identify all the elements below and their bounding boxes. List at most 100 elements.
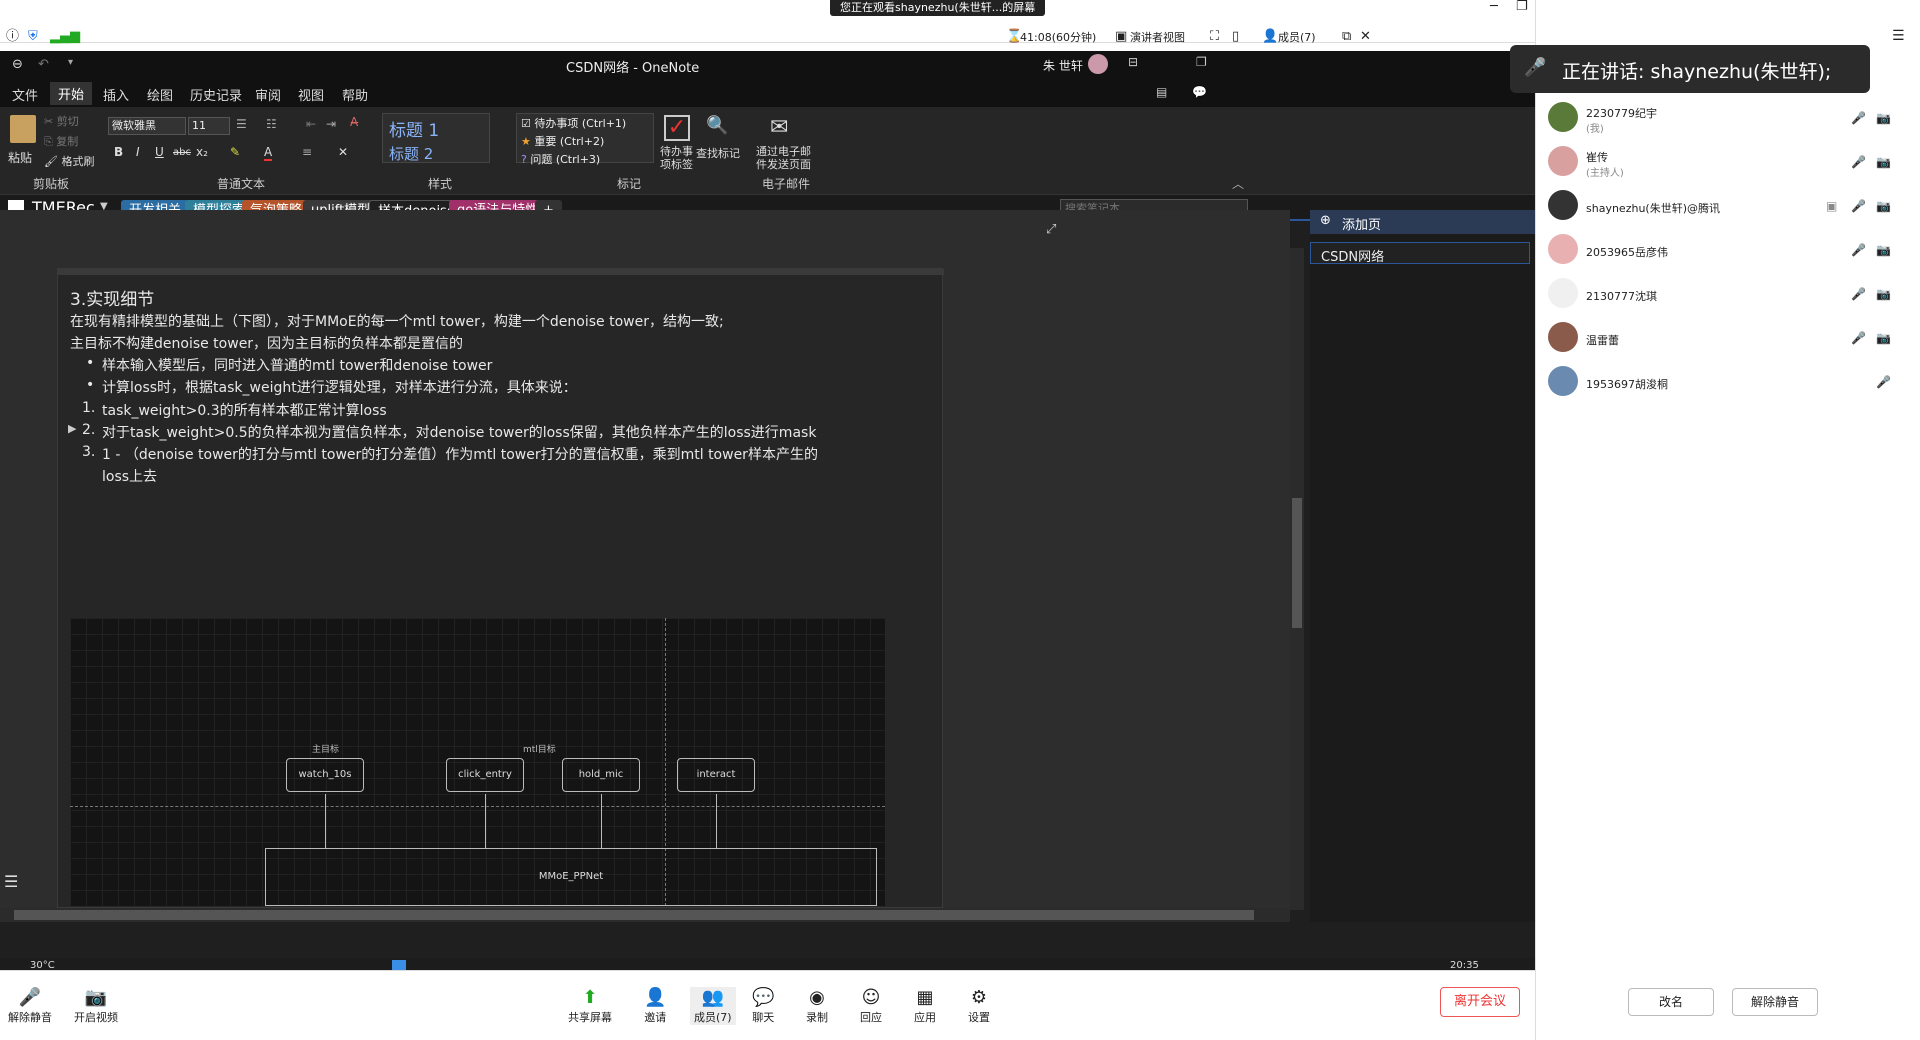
sidebar-toggle-icon[interactable]: ▯ — [1232, 30, 1239, 44]
expand-icon[interactable]: ⤢ — [1046, 222, 1056, 237]
unmute-button[interactable]: 🎤 解除静音 — [8, 987, 52, 1025]
underline-icon[interactable]: U — [155, 145, 164, 159]
style-heading-1[interactable]: 标题 1 — [383, 114, 489, 143]
close-panel-icon[interactable]: ✕ — [1360, 30, 1371, 44]
popout-icon[interactable]: ⧉ — [1342, 30, 1351, 44]
camera-off-icon[interactable]: 📷 — [1876, 243, 1891, 257]
outdent-icon[interactable]: ⇤ — [306, 117, 316, 131]
italic-icon[interactable]: I — [136, 145, 140, 159]
numbering-icon[interactable]: ☷ — [266, 117, 277, 131]
camera-off-icon[interactable]: 📷 — [1876, 199, 1891, 213]
highlight-icon[interactable]: ✎ — [230, 145, 240, 159]
subscript-icon[interactable]: x₂ — [196, 145, 208, 159]
collapse-ribbon-icon[interactable]: ︿ — [1232, 175, 1244, 192]
video-button[interactable]: 📷 开启视频 — [74, 987, 118, 1025]
camera-off-icon[interactable]: 📷 — [1876, 287, 1891, 301]
email-page-button[interactable]: 通过电子邮件发送页面 — [756, 145, 812, 171]
shield-icon[interactable]: ⛨ — [28, 30, 38, 44]
ribbon-display-icon[interactable]: ⊟ — [1128, 55, 1138, 69]
tab-home[interactable]: 开始 — [50, 82, 93, 105]
page-item[interactable]: CSDN网络 — [1310, 242, 1530, 265]
signal-icon[interactable]: ▂▄▆ — [50, 30, 80, 44]
mic-muted-icon[interactable]: 🎤 — [1851, 331, 1866, 345]
horizontal-scroll-thumb[interactable] — [14, 910, 1254, 920]
tab-view[interactable]: 视图 — [298, 85, 324, 104]
mic-muted-icon[interactable]: 🎤 — [1851, 287, 1866, 301]
cut-button[interactable]: ✂ 剪切 — [44, 113, 79, 129]
find-tags-button[interactable]: 查找标记 — [696, 145, 740, 161]
view-mode-dropdown[interactable]: 演讲者视图 — [1130, 29, 1185, 45]
copy-button[interactable]: ⎘ 复制 — [44, 133, 78, 149]
mic-muted-icon[interactable]: 🎤 — [1851, 111, 1866, 125]
camera-off-icon[interactable]: 📷 — [1876, 331, 1891, 345]
todo-tag-button[interactable]: 待办事项标签 — [660, 145, 700, 171]
vertical-scroll-thumb[interactable] — [1292, 498, 1302, 628]
tag-important[interactable]: ★ 重要 (Ctrl+2) — [517, 132, 653, 150]
style-heading-2[interactable]: 标题 2 — [383, 143, 489, 164]
outline-icon[interactable]: ☰ — [4, 872, 18, 891]
undo-icon[interactable]: ↶ — [38, 57, 49, 72]
minimize-icon[interactable]: ─ — [1490, 0, 1498, 14]
camera-off-icon[interactable]: 📷 — [1876, 155, 1891, 169]
user-name[interactable]: 朱 世轩 — [1043, 57, 1083, 74]
add-page-button[interactable]: ⊕ 添加页 — [1310, 210, 1535, 234]
vertical-scrollbar[interactable] — [1290, 248, 1304, 910]
qat-dropdown-icon[interactable]: ▾ — [68, 57, 73, 68]
tag-question[interactable]: ? 问题 (Ctrl+3) — [517, 150, 653, 168]
email-icon[interactable]: ✉ — [770, 115, 788, 140]
mic-on-icon[interactable]: 🎤 — [1851, 199, 1866, 213]
tab-review[interactable]: 审阅 — [255, 85, 281, 104]
participant-row[interactable]: shaynezhu(朱世轩)@腾讯 ▣ 🎤 📷 — [1536, 190, 1920, 226]
settings-button[interactable]: ⚙ 设置 — [968, 987, 990, 1025]
indent-icon[interactable]: ⇥ — [326, 117, 336, 131]
font-size-select[interactable]: 11 — [188, 117, 230, 135]
members-count[interactable]: 成员(7) — [1278, 29, 1316, 45]
styles-gallery[interactable]: 标题 1 标题 2 — [382, 113, 490, 163]
fullscreen-icon[interactable]: ⛶ — [1210, 30, 1219, 44]
tab-insert[interactable]: 插入 — [103, 85, 129, 104]
chat-button[interactable]: 💬 聊天 — [752, 987, 774, 1025]
leave-meeting-button[interactable]: 离开会议 — [1440, 987, 1520, 1017]
participant-row[interactable]: 崔传 (主持人) 🎤 📷 — [1536, 146, 1920, 182]
back-icon[interactable]: ⊖ — [12, 57, 23, 72]
window-restore-icon[interactable]: ❐ — [1196, 55, 1207, 69]
participant-row[interactable]: 温雷蕾 🎤 📷 — [1536, 322, 1920, 358]
more-menu-icon[interactable]: ☰ — [1892, 28, 1905, 44]
tab-draw[interactable]: 绘图 — [147, 85, 173, 104]
members-button[interactable]: 👥 成员(7) — [690, 987, 736, 1025]
apps-button[interactable]: ▦ 应用 — [914, 987, 936, 1025]
comment-icon[interactable]: 💬 — [1192, 85, 1207, 99]
paragraph-handle-icon[interactable]: ▶ — [68, 422, 76, 435]
clear-format-icon[interactable]: A̶ — [350, 115, 358, 129]
format-painter-button[interactable]: 🖌 格式刷 — [44, 153, 94, 169]
share-screen-button[interactable]: ⬆ 共享屏幕 — [568, 987, 612, 1025]
align-icon[interactable]: ≡ — [302, 145, 312, 159]
participant-row[interactable]: 2053965岳彦伟 🎤 📷 — [1536, 234, 1920, 270]
tags-gallery[interactable]: ☑ 待办事项 (Ctrl+1) ★ 重要 (Ctrl+2) ? 问题 (Ctrl… — [516, 113, 654, 166]
tag-todo[interactable]: ☑ 待办事项 (Ctrl+1) — [517, 114, 653, 132]
horizontal-scrollbar[interactable] — [0, 908, 1290, 922]
meeting-timer[interactable]: 41:08(60分钟) — [1020, 29, 1096, 45]
find-tags-icon[interactable]: 🔍 — [706, 115, 728, 136]
user-avatar[interactable] — [1088, 54, 1108, 74]
participant-row[interactable]: 2130777沈琪 🎤 📷 — [1536, 278, 1920, 314]
font-name-select[interactable]: 微软雅黑 — [108, 117, 186, 135]
rename-button[interactable]: 改名 — [1628, 988, 1714, 1016]
page-canvas[interactable]: ⤢ 3.实现细节 在现有精排模型的基础上（下图），对于MMoE的每一个mtl t… — [0, 210, 1520, 922]
paste-icon[interactable] — [10, 115, 36, 143]
bullets-icon[interactable]: ☰ — [236, 117, 247, 131]
unmute-all-button[interactable]: 解除静音 — [1732, 988, 1818, 1016]
mic-muted-icon[interactable]: 🎤 — [1851, 155, 1866, 169]
restore-icon[interactable]: ❐ — [1516, 0, 1528, 14]
bold-icon[interactable]: B — [114, 145, 123, 159]
delete-icon[interactable]: ✕ — [338, 145, 348, 159]
tab-help[interactable]: 帮助 — [342, 85, 368, 104]
participant-row[interactable]: 1953697胡浚桐 🎤 — [1536, 366, 1920, 402]
font-color-icon[interactable]: A — [264, 145, 273, 161]
strikethrough-icon[interactable]: abc — [173, 147, 191, 158]
info-icon[interactable]: ⓘ — [6, 30, 19, 44]
camera-off-icon[interactable]: 📷 — [1876, 111, 1891, 125]
note-container-handle[interactable] — [58, 269, 944, 275]
tab-history[interactable]: 历史记录 — [190, 85, 242, 104]
sticky-notes-icon[interactable]: ▤ — [1156, 85, 1167, 99]
